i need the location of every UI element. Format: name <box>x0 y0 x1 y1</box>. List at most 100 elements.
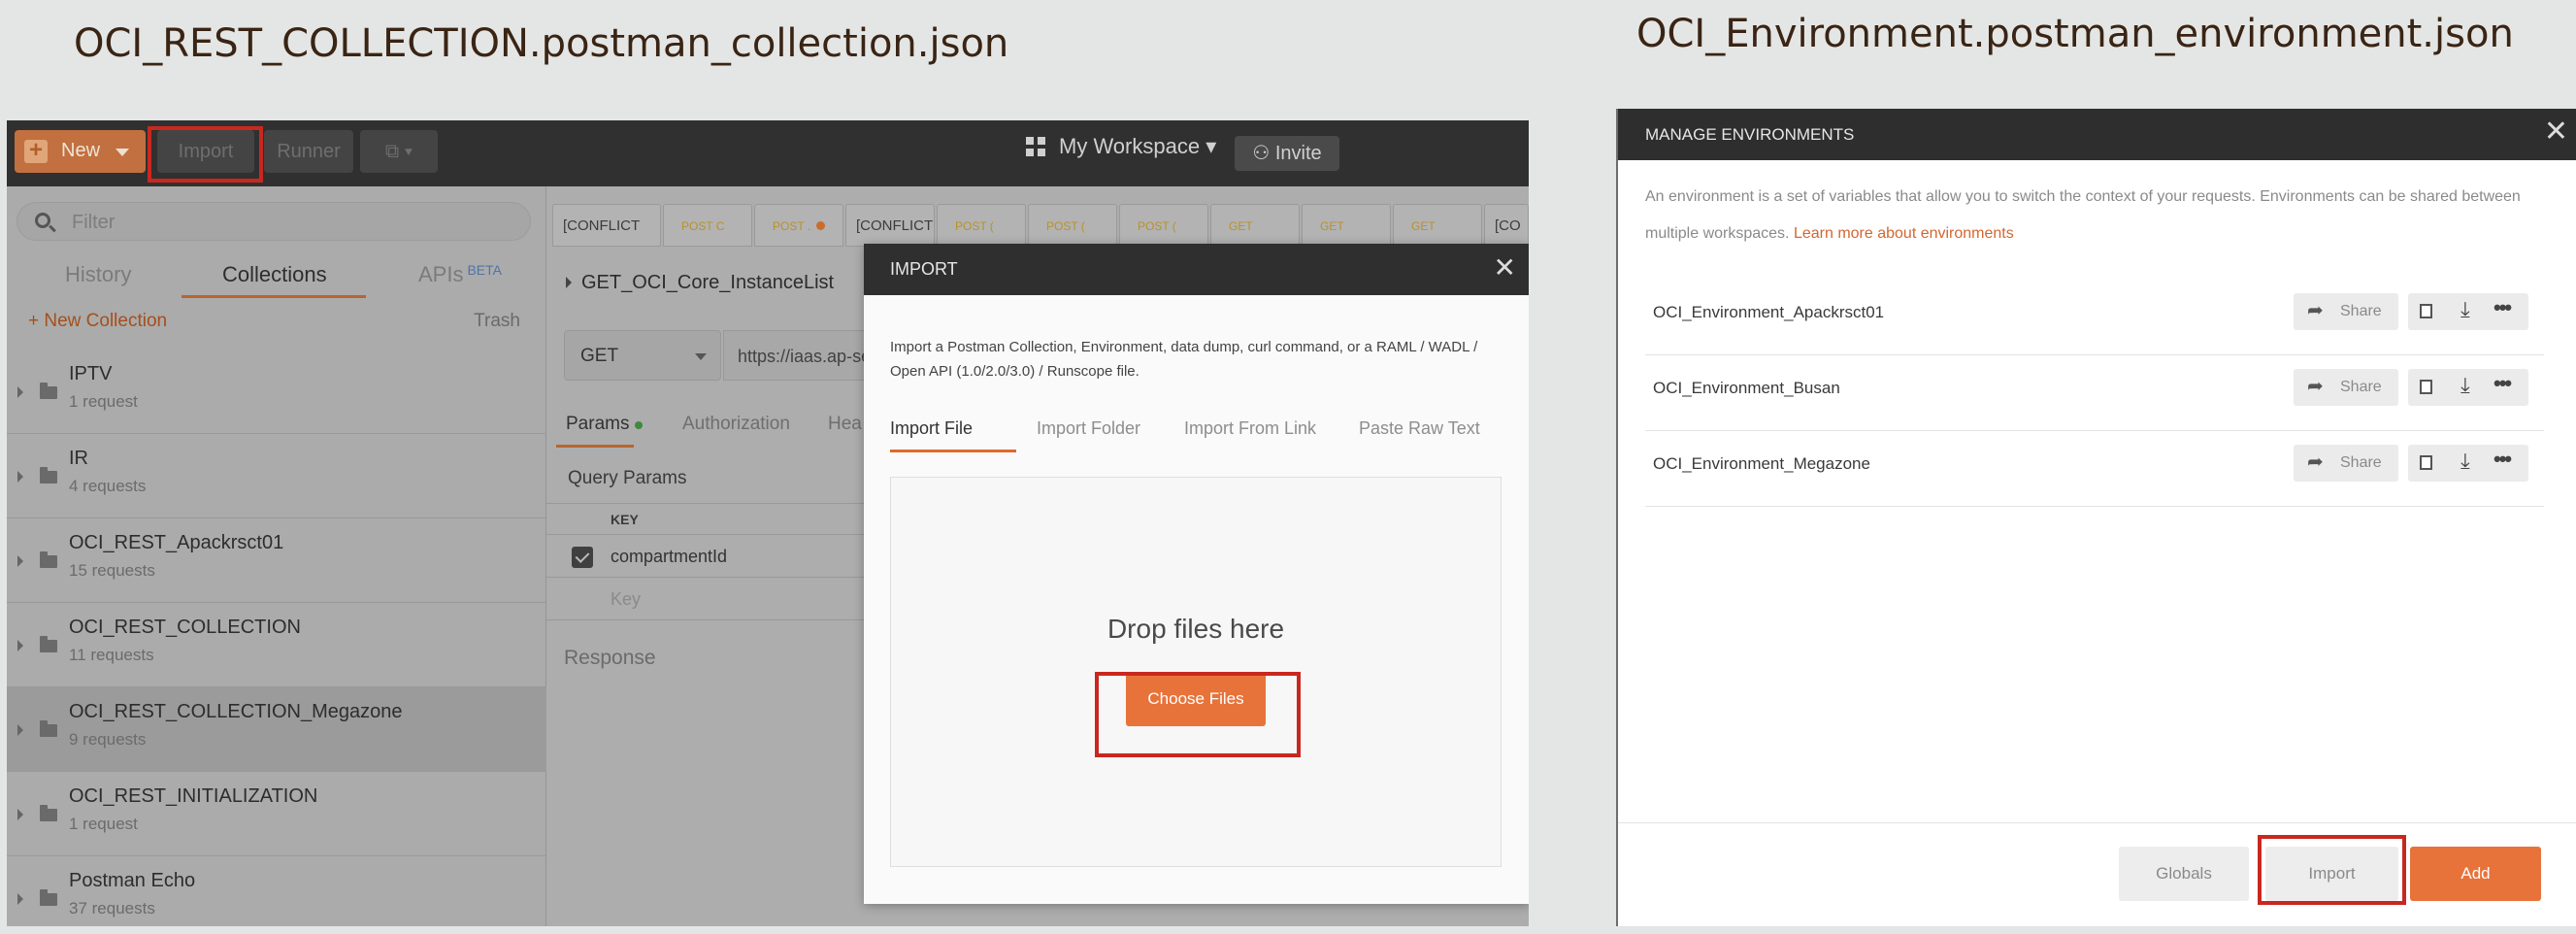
expand-arrow-icon[interactable] <box>17 724 23 736</box>
expand-arrow-icon[interactable] <box>17 893 23 905</box>
tab-import-from-link[interactable]: Import From Link <box>1184 418 1316 439</box>
environment-name[interactable]: OCI_Environment_Busan <box>1653 379 1840 398</box>
request-tab-method: GET <box>1229 219 1253 233</box>
download-icon[interactable]: ⤓ <box>2460 299 2470 320</box>
filter-input[interactable]: Filter <box>17 202 531 241</box>
environment-row[interactable]: OCI_Environment_Apackrsct01 ➦ Share ⤓ ••• <box>1645 280 2544 355</box>
description-text: An environment is a set of variables tha… <box>1645 188 2521 242</box>
folder-icon <box>40 551 57 568</box>
globals-button[interactable]: Globals <box>2119 847 2249 901</box>
request-tab-method: POST C <box>681 219 725 233</box>
key-input[interactable]: Key <box>611 589 641 610</box>
environment-name[interactable]: OCI_Environment_Apackrsct01 <box>1653 303 1884 322</box>
collection-count: 11 requests <box>69 646 154 664</box>
collection-count: 1 request <box>69 392 138 411</box>
environment-actions: ⤓ ••• <box>2408 293 2528 330</box>
request-tab[interactable]: [CONFLICT <box>552 204 661 247</box>
collection-name: OCI_REST_COLLECTION <box>69 617 301 638</box>
request-tab[interactable]: [CONFLICT <box>845 204 935 247</box>
close-icon[interactable]: ✕ <box>2544 117 2568 148</box>
tab-apis-label: APIs <box>418 262 464 286</box>
collection-name: OCI_REST_INITIALIZATION <box>69 785 318 807</box>
tab-import-folder[interactable]: Import Folder <box>1037 418 1140 439</box>
more-icon[interactable]: ••• <box>2493 297 2512 318</box>
checkbox[interactable] <box>572 547 593 568</box>
workspace-selector[interactable]: My Workspace ▾ <box>1026 134 1216 159</box>
new-window-button[interactable]: ⧉ ▾ <box>360 130 438 173</box>
more-icon[interactable]: ••• <box>2493 449 2512 470</box>
tab-apis[interactable]: APIs BETA <box>418 262 502 287</box>
method-select[interactable]: GET <box>564 330 721 381</box>
active-subtab-indicator <box>556 445 634 448</box>
key-column-header: KEY <box>611 512 639 527</box>
environment-list: OCI_Environment_Apackrsct01 ➦ Share ⤓ •••… <box>1645 280 2544 507</box>
trash-link[interactable]: Trash <box>474 311 520 332</box>
invite-button[interactable]: ⚇ Invite <box>1235 136 1339 171</box>
tab-collections[interactable]: Collections <box>222 262 327 287</box>
request-tab[interactable]: GET <box>1210 204 1300 247</box>
learn-more-link[interactable]: Learn more about environments <box>1794 225 2014 242</box>
tab-authorization[interactable]: Authorization <box>682 414 790 435</box>
collection-item[interactable]: OCI_REST_INITIALIZATION 1 request <box>7 772 546 856</box>
request-name[interactable]: GET_OCI_Core_InstanceList <box>566 272 834 294</box>
caret-down-icon[interactable] <box>116 149 129 156</box>
request-tab[interactable]: POST ( <box>1119 204 1208 247</box>
expand-arrow-icon[interactable] <box>17 809 23 820</box>
runner-button[interactable]: Runner <box>264 130 353 173</box>
duplicate-icon[interactable] <box>2416 451 2432 470</box>
more-icon[interactable]: ••• <box>2493 373 2512 394</box>
request-tab[interactable]: [CO <box>1484 204 1529 247</box>
request-tab[interactable]: GET <box>1302 204 1391 247</box>
new-collection-button[interactable]: + New Collection <box>28 311 167 332</box>
request-tab[interactable]: POST ( <box>937 204 1026 247</box>
tab-history[interactable]: History <box>65 262 131 287</box>
collection-item[interactable]: IPTV 1 request <box>7 350 546 434</box>
expand-arrow-icon[interactable] <box>17 555 23 567</box>
collection-item[interactable]: Postman Echo 37 requests <box>7 856 546 926</box>
expand-arrow-icon[interactable] <box>17 386 23 398</box>
modal-description: Import a Postman Collection, Environment… <box>890 339 1478 380</box>
collection-count: 4 requests <box>69 477 147 495</box>
user-plus-icon: ⚇ <box>1252 143 1271 164</box>
tab-params[interactable]: Params <box>566 414 644 435</box>
duplicate-icon[interactable] <box>2416 376 2432 394</box>
request-tab[interactable]: POST ( <box>1028 204 1117 247</box>
folder-icon <box>40 720 57 737</box>
expand-arrow-icon[interactable] <box>17 471 23 483</box>
environment-name[interactable]: OCI_Environment_Megazone <box>1653 454 1870 474</box>
download-icon[interactable]: ⤓ <box>2460 375 2470 396</box>
share-arrow-icon: ➦ <box>2307 300 2324 321</box>
add-button[interactable]: Add <box>2410 847 2541 901</box>
new-button[interactable]: + New <box>15 130 146 173</box>
request-tab-method: POST ( <box>1046 219 1085 233</box>
download-icon[interactable]: ⤓ <box>2460 450 2470 472</box>
unsaved-dot <box>816 221 826 230</box>
expand-arrow-icon[interactable] <box>17 640 23 651</box>
collection-item[interactable]: OCI_REST_COLLECTION 11 requests <box>7 603 546 687</box>
collection-count: 9 requests <box>69 730 147 749</box>
grid-icon <box>1026 137 1045 156</box>
tab-headers[interactable]: Hea <box>828 414 862 435</box>
workspace-label: My Workspace <box>1059 134 1201 158</box>
environment-row[interactable]: OCI_Environment_Busan ➦ Share ⤓ ••• <box>1645 355 2544 431</box>
query-params-title: Query Params <box>568 468 687 488</box>
modal-header: IMPORT ✕ <box>864 244 1529 295</box>
duplicate-icon[interactable] <box>2416 300 2432 318</box>
share-button[interactable]: ➦ Share <box>2294 369 2398 406</box>
request-tab[interactable]: GET <box>1393 204 1482 247</box>
request-tab[interactable]: POST C <box>663 204 752 247</box>
collection-item[interactable]: OCI_REST_COLLECTION_Megazone 9 requests <box>7 687 546 772</box>
share-button[interactable]: ➦ Share <box>2294 445 2398 482</box>
environment-row[interactable]: OCI_Environment_Megazone ➦ Share ⤓ ••• <box>1645 431 2544 507</box>
request-tab[interactable]: POST . <box>754 204 843 247</box>
close-icon[interactable]: ✕ <box>1494 253 1516 283</box>
collection-item[interactable]: IR 4 requests <box>7 434 546 518</box>
tab-import-file[interactable]: Import File <box>890 418 973 439</box>
tab-paste-raw-text[interactable]: Paste Raw Text <box>1359 418 1480 439</box>
sidebar: Filter History Collections APIs BETA + Ne… <box>7 186 546 926</box>
request-tab-method: GET <box>1320 219 1344 233</box>
collection-count: 15 requests <box>69 561 155 580</box>
param-key[interactable]: compartmentId <box>611 547 727 567</box>
collection-item[interactable]: OCI_REST_Apackrsct01 15 requests <box>7 518 546 603</box>
share-button[interactable]: ➦ Share <box>2294 293 2398 330</box>
